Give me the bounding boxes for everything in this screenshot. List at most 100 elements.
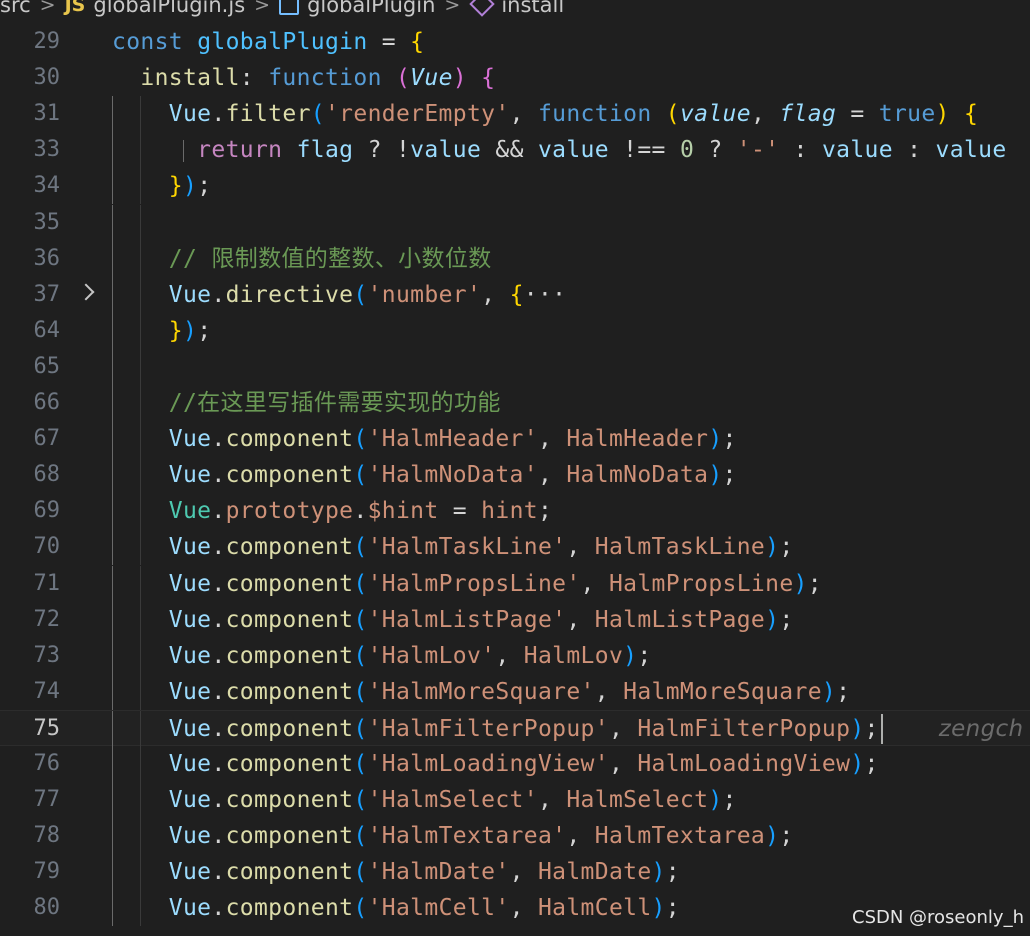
line-number[interactable]: 36 <box>0 241 61 277</box>
line-code[interactable]: //在这里写插件需要实现的功能 <box>112 385 501 421</box>
line-code[interactable]: Vue.component('HalmFilterPopup', HalmFil… <box>112 711 1023 747</box>
line-number[interactable]: 31 <box>0 96 61 132</box>
line-code[interactable]: Vue.filter('renderEmpty', function (valu… <box>112 96 978 132</box>
line-code[interactable]: const globalPlugin = { <box>112 24 424 60</box>
line-code[interactable]: Vue.component('HalmLov', HalmLov); <box>112 638 652 674</box>
breadcrumb-folder[interactable]: src <box>0 0 31 17</box>
line-code[interactable]: }); <box>112 168 211 204</box>
line-number[interactable]: 71 <box>0 566 61 602</box>
line-code[interactable]: return flag ? !value && value !== 0 ? '-… <box>112 132 1007 168</box>
line-number[interactable]: 70 <box>0 529 61 565</box>
code-line[interactable]: 78 Vue.component('HalmTextarea', HalmTex… <box>0 818 1030 855</box>
code-token: ··· <box>523 281 567 308</box>
line-code[interactable]: Vue.component('HalmHeader', HalmHeader); <box>112 421 737 457</box>
line-number[interactable]: 68 <box>0 457 61 493</box>
code-line[interactable]: 74 Vue.component('HalmMoreSquare', HalmM… <box>0 673 1030 710</box>
code-token: ) <box>850 751 865 777</box>
code-line[interactable]: 72 Vue.component('HalmListPage', HalmLis… <box>0 601 1030 638</box>
line-number[interactable]: 67 <box>0 421 61 457</box>
line-number[interactable]: 77 <box>0 782 61 818</box>
code-line[interactable]: 30 install: function (Vue) { <box>0 60 1030 96</box>
line-number[interactable]: 34 <box>0 168 61 204</box>
code-line[interactable]: 70 Vue.component('HalmTaskLine', HalmTas… <box>0 529 1030 566</box>
code-line[interactable]: 31 Vue.filter('renderEmpty', function (v… <box>0 96 1030 133</box>
line-number[interactable]: 80 <box>0 890 61 926</box>
line-code[interactable]: Vue.component('HalmMoreSquare', HalmMore… <box>112 674 850 710</box>
code-token: 0 <box>679 137 695 164</box>
code-line[interactable]: 67 Vue.component('HalmHeader', HalmHeade… <box>0 421 1030 458</box>
code-line[interactable]: 33 return flag ? !value && value !== 0 ?… <box>0 132 1030 169</box>
line-number[interactable]: 65 <box>0 349 61 385</box>
breadcrumb-method[interactable]: install <box>501 0 564 17</box>
code-line[interactable]: 29 const globalPlugin = { <box>0 24 1030 60</box>
line-number[interactable]: 76 <box>0 746 61 782</box>
line-number[interactable]: 30 <box>0 60 61 96</box>
line-number[interactable]: 74 <box>0 674 61 710</box>
code-token: ( <box>353 751 368 777</box>
line-code[interactable]: install: function (Vue) { <box>112 60 495 96</box>
line-code[interactable]: Vue.component('HalmNoData', HalmNoData); <box>112 457 737 493</box>
line-code[interactable]: Vue.component('HalmListPage', HalmListPa… <box>112 602 794 638</box>
line-code[interactable]: Vue.directive('number', {··· <box>112 277 566 313</box>
code-line[interactable]: 76 Vue.component('HalmLoadingView', Halm… <box>0 746 1030 782</box>
code-token: 'HalmFilterPopup' <box>367 715 609 742</box>
indent-guide <box>112 348 113 385</box>
line-number[interactable]: 73 <box>0 638 61 674</box>
line-code[interactable]: Vue.component('HalmTaskLine', HalmTaskLi… <box>112 529 794 565</box>
line-number[interactable]: 72 <box>0 602 61 638</box>
line-number[interactable]: 79 <box>0 854 61 890</box>
code-line[interactable]: 75 Vue.component('HalmFilterPopup', Halm… <box>0 709 1030 747</box>
code-token: : <box>779 137 822 164</box>
line-code[interactable]: Vue.prototype.$hint = hint; <box>112 493 552 529</box>
code-token: value <box>821 137 893 164</box>
line-code[interactable]: Vue.component('HalmLoadingView', HalmLoa… <box>112 746 879 782</box>
code-token: . <box>211 426 226 453</box>
code-line[interactable]: 34 }); <box>0 168 1030 205</box>
breadcrumb-file[interactable]: globalPlugin.js <box>93 0 245 17</box>
fold-chevron-icon[interactable] <box>77 283 95 301</box>
code-token: , <box>608 751 638 777</box>
line-number[interactable]: 37 <box>0 277 61 313</box>
code-token: ) <box>452 65 467 92</box>
line-number[interactable]: 66 <box>0 385 61 421</box>
line-code[interactable]: Vue.component('HalmSelect', HalmSelect); <box>112 782 737 818</box>
code-token: } <box>112 317 183 344</box>
line-code[interactable]: Vue.component('HalmPropsLine', HalmProps… <box>112 566 822 602</box>
line-code[interactable]: // 限制数值的整数、小数位数 <box>112 241 492 277</box>
code-token: HalmLov <box>523 642 624 669</box>
breadcrumb: src > JS globalPlugin.js > globalPlugin … <box>0 0 564 20</box>
code-line[interactable]: 36 // 限制数值的整数、小数位数 <box>0 240 1030 277</box>
code-line[interactable]: 37 Vue.directive('number', {··· <box>0 276 1030 313</box>
breadcrumb-symbol[interactable]: globalPlugin <box>307 0 435 17</box>
code-line[interactable]: 73 Vue.component('HalmLov', HalmLov); <box>0 637 1030 674</box>
code-line[interactable]: 77 Vue.component('HalmSelect', HalmSelec… <box>0 782 1030 819</box>
line-code[interactable]: Vue.component('HalmCell', HalmCell); <box>112 890 680 926</box>
code-token: . <box>211 498 226 525</box>
code-token: ) <box>708 426 723 453</box>
code-line[interactable]: 68 Vue.component('HalmNoData', HalmNoDat… <box>0 457 1030 494</box>
line-number[interactable]: 69 <box>0 493 61 529</box>
line-number[interactable]: 33 <box>0 132 61 168</box>
code-editor[interactable]: src > JS globalPlugin.js > globalPlugin … <box>0 0 1030 936</box>
code-line[interactable]: 64 }); <box>0 312 1030 349</box>
code-line[interactable]: 79 Vue.component('HalmDate', HalmDate); <box>0 854 1030 891</box>
line-code[interactable]: Vue.component('HalmTextarea', HalmTextar… <box>112 818 794 854</box>
code-token: filter <box>225 101 311 128</box>
line-number[interactable]: 78 <box>0 818 61 854</box>
line-number[interactable]: 64 <box>0 313 61 349</box>
code-token: '-' <box>736 137 780 164</box>
code-token: } <box>112 173 183 200</box>
line-number[interactable]: 29 <box>0 24 61 60</box>
code-token: , <box>608 715 638 742</box>
line-number[interactable]: 35 <box>0 205 61 241</box>
code-token: ; <box>722 787 737 814</box>
code-line[interactable]: 71 Vue.component('HalmPropsLine', HalmPr… <box>0 565 1030 602</box>
code-line[interactable]: 35 <box>0 204 1030 241</box>
code-token: . <box>211 570 226 597</box>
line-code[interactable]: Vue.component('HalmDate', HalmDate); <box>112 854 680 890</box>
line-number[interactable]: 75 <box>0 711 61 747</box>
code-line[interactable]: 66 //在这里写插件需要实现的功能 <box>0 385 1030 421</box>
code-line[interactable]: 65 <box>0 348 1030 385</box>
code-line[interactable]: 69 Vue.prototype.$hint = hint; <box>0 493 1030 530</box>
line-code[interactable]: }); <box>112 313 211 349</box>
